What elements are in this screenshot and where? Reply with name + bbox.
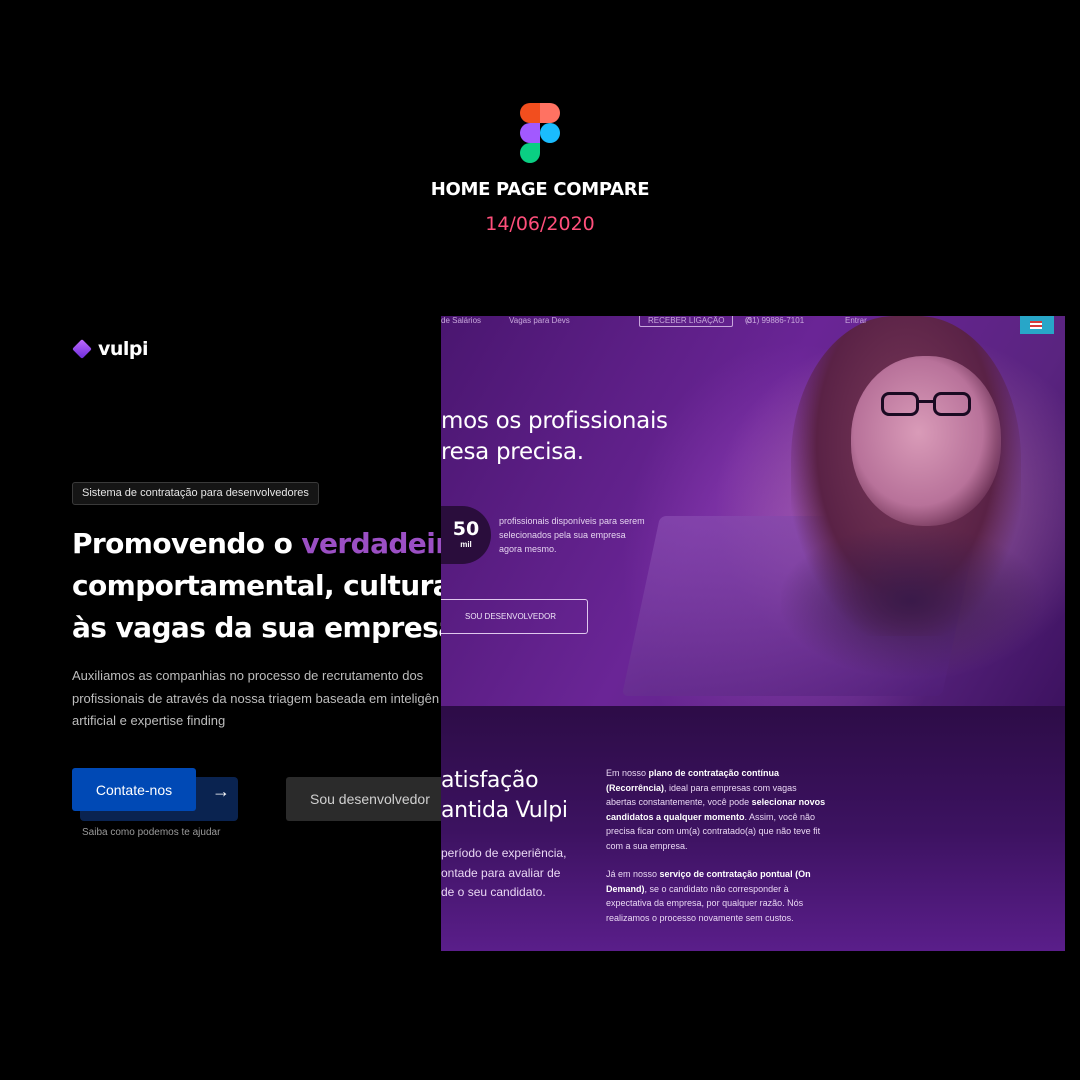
contact-helper-text: Saiba como podemos te ajudar (82, 827, 221, 838)
guarantee-paragraph-recurring: Em nosso plano de contratação contínua (… (606, 768, 826, 851)
hero-description: Auxiliamos as companhias no processo de … (72, 665, 442, 733)
figma-logo-icon (520, 103, 560, 163)
page-title: HOME PAGE COMPARE (430, 179, 650, 200)
headline-line2: comportamental, cultural e (72, 569, 442, 602)
stat-number: 50 (452, 518, 480, 540)
nav-callback-button[interactable]: RECEBER LIGAÇÃO (639, 316, 734, 327)
old-headline-line2: resa precisa. (441, 439, 584, 465)
guarantee-title: atisfação antida Vulpi (441, 766, 568, 826)
old-design-preview: de Salários Vagas para Devs RECEBER LIGA… (441, 316, 1065, 951)
guarantee-title-line1: atisfação (441, 768, 539, 793)
stat-description: profissionais disponíveis para serem sel… (499, 516, 645, 554)
hero-headline: Promovendo o verdadeiro m comportamental… (72, 523, 442, 649)
nav-login-link[interactable]: Entrar (845, 316, 867, 325)
arrow-right-icon[interactable]: → (212, 781, 230, 802)
brand-name: vulpi (98, 338, 149, 360)
guarantee-body: Em nosso plano de contratação contínua (… (606, 766, 826, 925)
guarantee-sub-line1: período de experiência, (441, 846, 567, 860)
new-design-preview: vulpi Sistema de contratação para desenv… (0, 316, 442, 956)
old-hero: de Salários Vagas para Devs RECEBER LIGA… (441, 316, 1065, 706)
old-headline-line1: mos os profissionais (441, 408, 668, 434)
headline-line3: às vagas da sua empresa (72, 611, 442, 644)
old-nav-bar: de Salários Vagas para Devs RECEBER LIGA… (441, 316, 1065, 328)
guarantee-title-line2: antida Vulpi (441, 798, 568, 823)
guarantee-section: atisfação antida Vulpi período de experi… (441, 706, 1065, 951)
vulpi-logo-icon (72, 339, 92, 359)
contact-button[interactable]: Contate-nos (72, 768, 196, 811)
stat-badge: 50 mil (441, 506, 491, 564)
old-hero-headline: mos os profissionais resa precisa. (441, 406, 668, 468)
us-flag-icon[interactable] (1020, 316, 1054, 334)
stat-unit: mil (460, 540, 472, 549)
guarantee-paragraph-on-demand: Já em nosso serviço de contratação pontu… (606, 869, 811, 923)
brand-logo[interactable]: vulpi (72, 338, 149, 360)
headline-accent: verdadeiro m (301, 527, 442, 560)
person-arm (781, 526, 1041, 676)
developer-button[interactable]: Sou desenvolvedor (286, 777, 442, 821)
guarantee-sub-line2: ontade para avaliar de (441, 865, 561, 880)
guarantee-sub-line3: de o seu candidato. (441, 885, 546, 899)
description-line1: Auxiliamos as companhias no processo de … (72, 668, 424, 683)
description-line2: profissionais de através da nossa triage… (72, 690, 440, 706)
category-tag: Sistema de contratação para desenvolvedo… (72, 482, 319, 505)
guarantee-subtitle: período de experiência, ontade para aval… (441, 844, 566, 903)
old-developer-button[interactable]: SOU DESENVOLVEDOR (441, 599, 588, 634)
nav-link-salaries[interactable]: de Salários (441, 316, 481, 325)
description-line3: artificial e expertise finding (72, 713, 226, 728)
nav-link-jobs[interactable]: Vagas para Devs (509, 316, 570, 325)
contact-button-group[interactable]: Contate-nos → (72, 768, 238, 821)
nav-phone-number: (31) 99886-7101 (745, 316, 805, 325)
glasses-illustration (881, 392, 981, 418)
person-face (851, 356, 1001, 526)
headline-line1: Promovendo o (72, 527, 302, 560)
page-date: 14/06/2020 (485, 213, 595, 235)
